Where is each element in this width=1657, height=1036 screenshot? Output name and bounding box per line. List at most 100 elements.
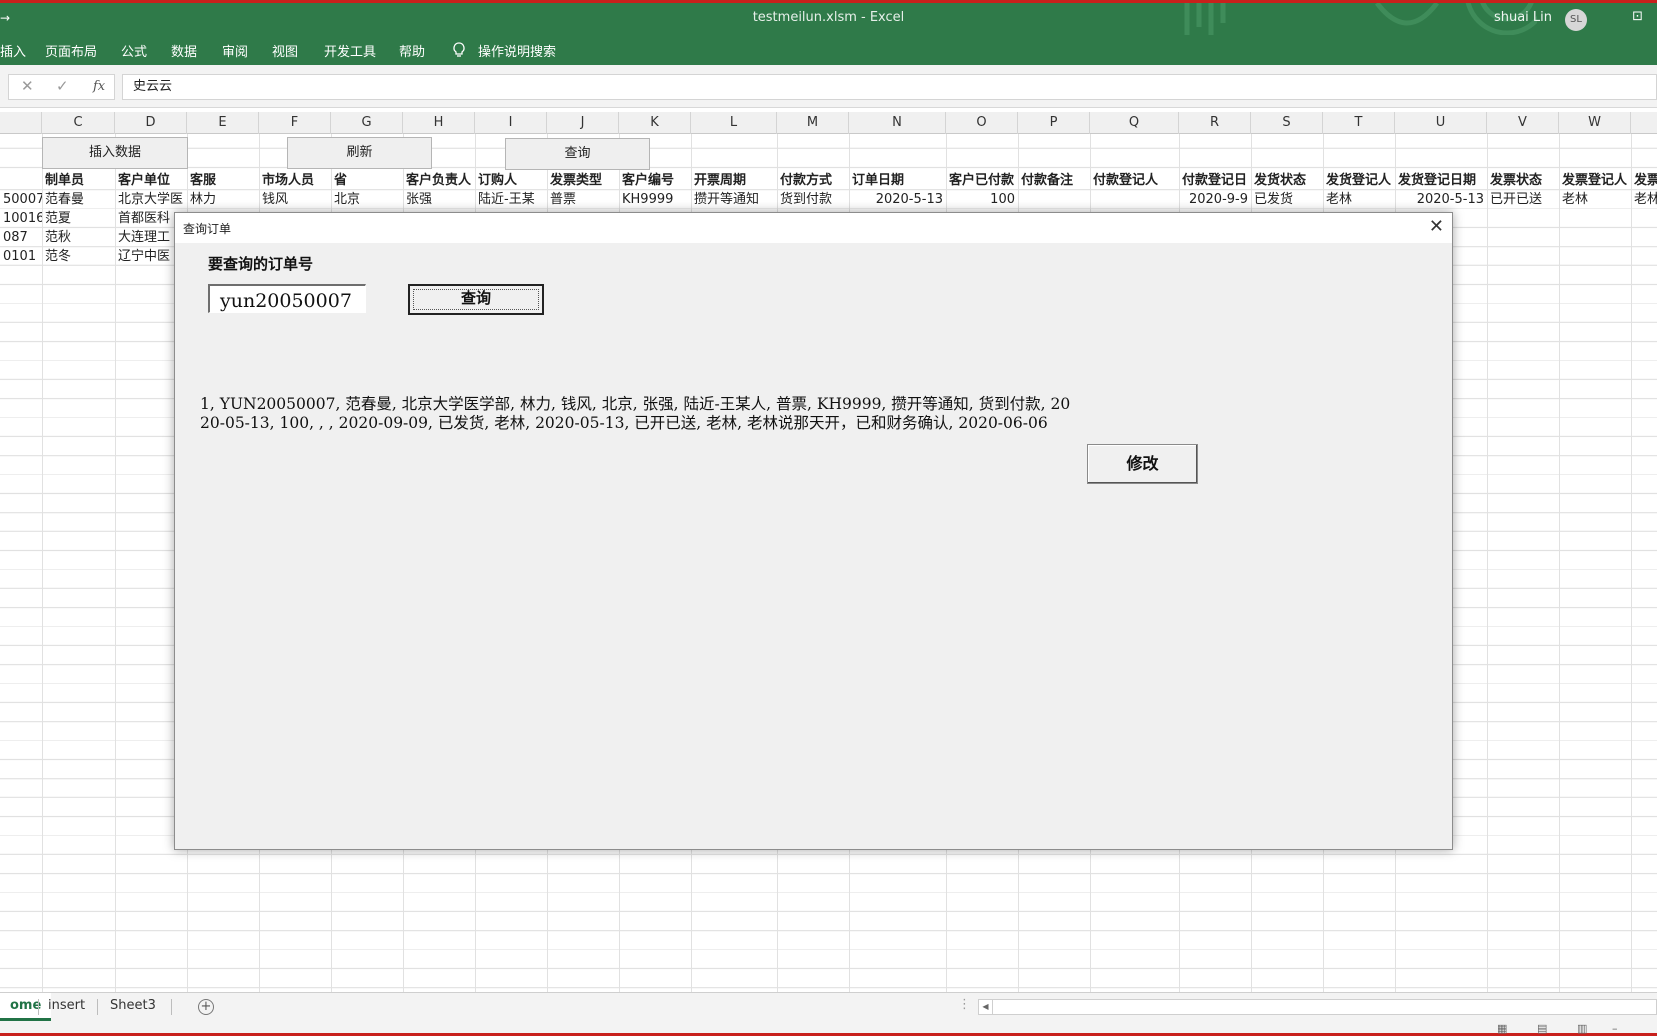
query-button[interactable]: 查询	[505, 138, 650, 170]
table-cell[interactable]: 已开已送	[1487, 190, 1559, 209]
user-name[interactable]: shuai Lin	[1494, 10, 1552, 25]
close-icon[interactable]: ✕	[1429, 216, 1444, 237]
header-cell[interactable]: 客服	[187, 171, 259, 190]
column-header[interactable]: S	[1251, 112, 1323, 134]
cancel-icon[interactable]: ✕	[21, 77, 34, 95]
header-cell[interactable]: 发货登记日期	[1395, 171, 1487, 190]
column-header[interactable]: Q	[1090, 112, 1179, 134]
column-header[interactable]: F	[259, 112, 331, 134]
table-cell[interactable]: KH9999	[619, 190, 691, 209]
table-cell[interactable]: 老林	[1323, 190, 1395, 209]
tab-developer[interactable]: 开发工具	[324, 41, 376, 60]
scroll-left-icon[interactable]: ◀	[979, 1000, 993, 1014]
column-header[interactable]: M	[777, 112, 849, 134]
column-header[interactable]: W	[1559, 112, 1631, 134]
normal-view-icon[interactable]: ▦	[1497, 1022, 1507, 1035]
header-cell[interactable]: 付款方式	[777, 171, 849, 190]
tab-insert[interactable]: 插入	[0, 41, 26, 60]
column-header[interactable]: T	[1323, 112, 1395, 134]
tab-page-layout[interactable]: 页面布局	[45, 41, 97, 60]
page-break-view-icon[interactable]: ▥	[1577, 1022, 1587, 1035]
table-cell[interactable]: 张强	[403, 190, 475, 209]
table-cell[interactable]: 普票	[547, 190, 619, 209]
table-cell[interactable]: 钱风	[259, 190, 331, 209]
tab-sheet-sheet3[interactable]: Sheet3	[100, 993, 166, 1021]
header-cell[interactable]: 客户单位	[115, 171, 187, 190]
zoom-out-icon[interactable]: –	[1612, 1022, 1618, 1035]
table-cell[interactable]: 100	[946, 190, 1018, 209]
table-cell[interactable]: 货到付款	[777, 190, 849, 209]
column-header[interactable]: G	[331, 112, 403, 134]
tab-formulas[interactable]: 公式	[121, 41, 147, 60]
order-number-input[interactable]: yun20050007	[208, 284, 366, 313]
header-cell[interactable]: 客户已付款	[946, 171, 1018, 190]
table-cell[interactable]: 2020-5-13	[1395, 190, 1487, 209]
header-cell[interactable]: 发货状态	[1251, 171, 1323, 190]
table-cell[interactable]: 范冬	[42, 247, 115, 266]
header-cell[interactable]: 开票周期	[691, 171, 777, 190]
table-row-id[interactable]: 50007	[0, 190, 42, 209]
column-header[interactable]: E	[187, 112, 259, 134]
page-layout-view-icon[interactable]: ▤	[1537, 1022, 1547, 1035]
column-header-b[interactable]	[0, 112, 42, 134]
header-cell[interactable]: 付款登记日	[1179, 171, 1251, 190]
column-header[interactable]: V	[1487, 112, 1559, 134]
table-cell[interactable]: 范春曼	[42, 190, 115, 209]
header-cell[interactable]: 发票	[1631, 171, 1657, 190]
insert-data-button[interactable]: 插入数据	[42, 137, 188, 169]
header-cell[interactable]: 省	[331, 171, 403, 190]
tab-data[interactable]: 数据	[171, 41, 197, 60]
column-header[interactable]: N	[849, 112, 946, 134]
column-header[interactable]: O	[946, 112, 1018, 134]
table-cell[interactable]: 林力	[187, 190, 259, 209]
table-cell[interactable]: 老林	[1559, 190, 1631, 209]
tab-help[interactable]: 帮助	[399, 41, 425, 60]
column-header[interactable]: I	[475, 112, 547, 134]
header-cell[interactable]: 客户编号	[619, 171, 691, 190]
confirm-icon[interactable]: ✓	[56, 77, 69, 95]
lightbulb-icon[interactable]	[452, 42, 466, 58]
tab-review[interactable]: 审阅	[222, 41, 248, 60]
table-cell[interactable]: 范秋	[42, 228, 115, 247]
function-icon[interactable]: fx	[93, 79, 105, 94]
table-cell[interactable]: 2020-9-9	[1179, 190, 1251, 209]
column-header[interactable]: L	[691, 112, 777, 134]
column-header[interactable]: D	[115, 112, 187, 134]
refresh-button[interactable]: 刷新	[287, 137, 432, 169]
table-cell[interactable]	[1090, 190, 1179, 209]
edit-button[interactable]: 修改	[1087, 444, 1198, 484]
table-cell[interactable]: 范夏	[42, 209, 115, 228]
table-row-id[interactable]: 087	[0, 228, 42, 247]
avatar[interactable]: SL	[1565, 9, 1587, 31]
table-cell[interactable]: 陆近-王某	[475, 190, 547, 209]
header-cell[interactable]: 发票登记人	[1559, 171, 1631, 190]
tab-split-handle-icon[interactable]: ⋮	[958, 997, 971, 1012]
table-cell[interactable]	[1018, 190, 1090, 209]
table-row-id[interactable]: 0101	[0, 247, 42, 266]
column-header[interactable]: C	[42, 112, 115, 134]
formula-input[interactable]: 史云云	[122, 74, 1657, 100]
column-header[interactable]: K	[619, 112, 691, 134]
ribbon-display-icon[interactable]: ⊡	[1632, 9, 1643, 24]
table-cell[interactable]: 已发货	[1251, 190, 1323, 209]
table-row-id[interactable]: 10016	[0, 209, 42, 228]
table-cell[interactable]: 北京大学医	[115, 190, 187, 209]
tab-sheet-insert[interactable]: insert	[38, 993, 95, 1021]
column-header[interactable]: R	[1179, 112, 1251, 134]
column-header[interactable]: J	[547, 112, 619, 134]
header-cell[interactable]: 客户负责人	[403, 171, 475, 190]
header-cell[interactable]: 市场人员	[259, 171, 331, 190]
column-header[interactable]: H	[403, 112, 475, 134]
dialog-query-button[interactable]: 查询	[408, 284, 544, 315]
header-cell[interactable]: 付款登记人	[1090, 171, 1179, 190]
tell-me-search[interactable]: 操作说明搜索	[478, 41, 556, 60]
column-header[interactable]: P	[1018, 112, 1090, 134]
header-cell[interactable]: 订购人	[475, 171, 547, 190]
header-cell[interactable]: 付款备注	[1018, 171, 1090, 190]
header-cell[interactable]: 发货登记人	[1323, 171, 1395, 190]
header-cell[interactable]: 制单员	[42, 171, 115, 190]
add-sheet-icon[interactable]: +	[198, 999, 214, 1015]
column-header[interactable]: U	[1395, 112, 1487, 134]
header-cell[interactable]: 订单日期	[849, 171, 946, 190]
header-cell[interactable]: 发票类型	[547, 171, 619, 190]
